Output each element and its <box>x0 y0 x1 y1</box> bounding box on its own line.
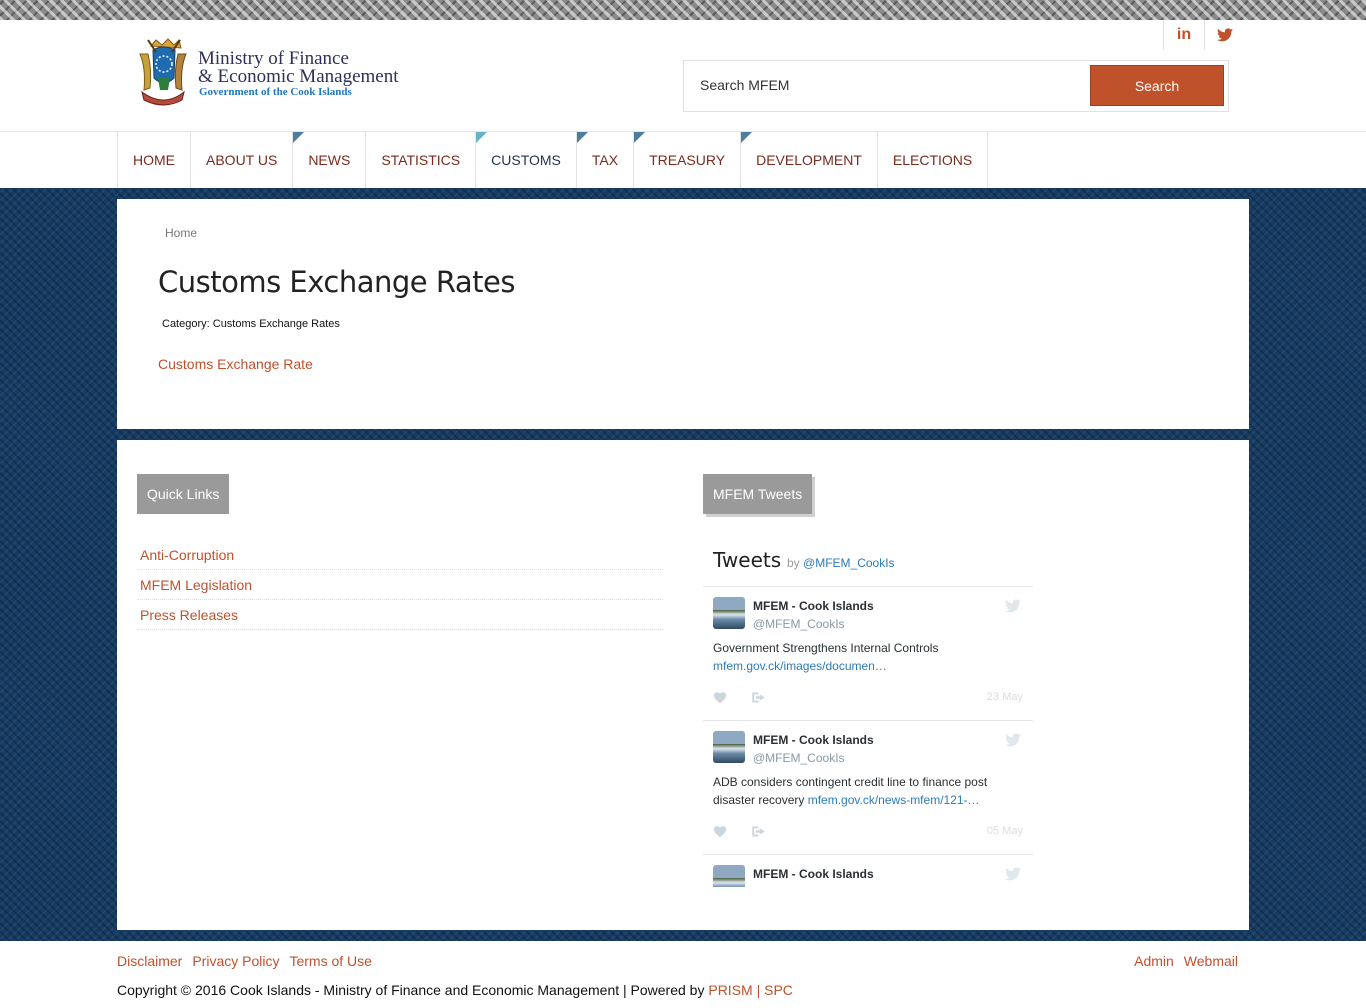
quick-links-list: Anti-Corruption MFEM Legislation Press Rel… <box>137 540 663 630</box>
quick-link-item[interactable]: Anti-Corruption <box>137 540 663 570</box>
nav-item-label: ELECTIONS <box>892 152 973 168</box>
quick-link-item[interactable]: MFEM Legislation <box>137 570 663 600</box>
page-title: Customs Exchange Rates <box>158 265 515 299</box>
powered-by-link[interactable]: PRISM | SPC <box>708 982 793 998</box>
nav-item-customs[interactable]: CUSTOMS <box>476 132 577 188</box>
nav-item-elections[interactable]: ELECTIONS <box>878 132 989 188</box>
category-label: Category: Customs Exchange Rates <box>162 318 340 330</box>
tweet-author-name[interactable]: MFEM - Cook Islands <box>753 599 874 613</box>
social-links: in <box>1163 20 1245 50</box>
nav-corner-marker <box>476 132 488 143</box>
nav-item-label: NEWS <box>308 152 351 168</box>
tweet-text: ADB considers contingent credit line to … <box>713 773 1013 809</box>
search-button[interactable]: Search <box>1090 65 1224 106</box>
twitter-icon[interactable] <box>1204 20 1245 50</box>
tweet-author-handle[interactable]: @MFEM_CookIs <box>753 617 845 631</box>
tweet-avatar[interactable] <box>713 865 745 887</box>
decorative-top-band <box>0 0 1366 21</box>
search-input[interactable] <box>685 62 1090 108</box>
nav-item-about-us[interactable]: ABOUT US <box>191 132 294 188</box>
coat-of-arms-icon <box>139 38 187 106</box>
twitter-by-label: by <box>787 556 800 570</box>
footer-link-webmail[interactable]: Webmail <box>1184 953 1238 969</box>
tweet-author-handle[interactable]: @MFEM_CookIs <box>753 885 845 887</box>
site-logo[interactable]: Ministry of Finance & Economic Managemen… <box>134 38 434 110</box>
tweet-list[interactable]: MFEM - Cook Islands @MFEM_CookIs Governmen… <box>703 587 1033 887</box>
nav-item-statistics[interactable]: STATISTICS <box>366 132 477 188</box>
twitter-timeline-widget: Tweets by @MFEM_CookIs MFEM - Cook Islan… <box>703 541 1033 887</box>
tweet-author-handle[interactable]: @MFEM_CookIs <box>753 751 845 765</box>
modules-panel: Quick Links Anti-Corruption MFEM Legislat… <box>117 440 1249 930</box>
tweet-date[interactable]: 23 May <box>987 691 1023 703</box>
footer-link-admin[interactable]: Admin <box>1134 953 1174 969</box>
logo-title-line2: & Economic Management <box>198 66 399 87</box>
share-icon[interactable] <box>751 691 766 704</box>
tweet-author-name[interactable]: MFEM - Cook Islands <box>753 733 874 747</box>
twitter-bird-icon <box>1217 28 1233 42</box>
nav-item-label: HOME <box>133 152 175 168</box>
mfem-tweets-title: MFEM Tweets <box>703 474 813 514</box>
copyright-text: Copyright © 2016 Cook Islands - Ministry… <box>117 982 709 998</box>
tweet-text: Government Strengthens Internal Controls… <box>713 639 1013 675</box>
share-icon[interactable] <box>751 825 766 838</box>
like-heart-icon[interactable] <box>713 691 727 704</box>
footer-link-disclaimer[interactable]: Disclaimer <box>117 953 182 969</box>
nav-item-news[interactable]: NEWS <box>293 132 367 188</box>
tweet-date[interactable]: 05 May <box>987 825 1023 837</box>
nav-corner-marker <box>293 132 305 143</box>
tweet-author-name[interactable]: MFEM - Cook Islands <box>753 867 874 881</box>
linkedin-icon[interactable]: in <box>1163 20 1204 50</box>
twitter-bird-icon[interactable] <box>1005 867 1021 881</box>
twitter-by-handle-link[interactable]: @MFEM_CookIs <box>803 556 895 570</box>
nav-corner-marker <box>576 132 588 143</box>
nav-corner-marker <box>741 132 753 143</box>
nav-item-development[interactable]: DEVELOPMENT <box>741 132 878 188</box>
breadcrumb-home[interactable]: Home <box>165 226 197 240</box>
nav-item-tax[interactable]: TAX <box>576 132 635 188</box>
nav-item-label: TREASURY <box>649 152 726 168</box>
twitter-timeline-header: Tweets by @MFEM_CookIs <box>703 541 1033 587</box>
tweet-link[interactable]: mfem.gov.ck/news-mfem/121-… <box>808 793 980 807</box>
nav-item-label: STATISTICS <box>381 152 461 168</box>
nav-item-label: ABOUT US <box>206 152 278 168</box>
nav-item-home[interactable]: HOME <box>118 132 191 188</box>
tweet-avatar[interactable] <box>713 597 745 629</box>
twitter-timeline-title: Tweets <box>713 548 782 572</box>
tweet-link[interactable]: mfem.gov.ck/images/documen… <box>713 659 887 673</box>
logo-subtitle: Government of the Cook Islands <box>199 86 352 98</box>
footer-links: Disclaimer Privacy Policy Terms of Use <box>117 953 382 969</box>
nav-item-label: DEVELOPMENT <box>756 152 862 168</box>
main-content-panel: Home Customs Exchange Rates Category: Cu… <box>117 199 1249 429</box>
footer-link-terms-of-use[interactable]: Terms of Use <box>289 953 371 969</box>
twitter-timeline-by: by @MFEM_CookIs <box>787 556 895 570</box>
nav-item-treasury[interactable]: TREASURY <box>634 132 742 188</box>
tweet-item[interactable]: MFEM - Cook Islands @MFEM_CookIs Governmen… <box>703 587 1033 721</box>
nav-corner-marker <box>634 132 646 143</box>
linkedin-label: in <box>1176 26 1192 43</box>
footer-link-privacy-policy[interactable]: Privacy Policy <box>192 953 279 969</box>
nav-item-label: TAX <box>591 152 619 168</box>
tweet-text-body: Government Strengthens Internal Controls <box>713 641 939 655</box>
site-header: Ministry of Finance & Economic Managemen… <box>0 20 1366 132</box>
quick-links-title: Quick Links <box>137 474 230 514</box>
tweet-item[interactable]: MFEM - Cook Islands @MFEM_CookIs ADB consi… <box>703 721 1033 855</box>
like-heart-icon[interactable] <box>713 825 727 838</box>
tweet-item[interactable]: MFEM - Cook Islands @MFEM_CookIs <box>703 855 1033 887</box>
twitter-bird-icon[interactable] <box>1005 733 1021 747</box>
copyright: Copyright © 2016 Cook Islands - Ministry… <box>117 982 793 998</box>
footer-right-links: Admin Webmail <box>1124 953 1238 969</box>
nav-item-label: CUSTOMS <box>491 152 561 168</box>
twitter-bird-icon[interactable] <box>1005 599 1021 613</box>
quick-link-item[interactable]: Press Releases <box>137 600 663 630</box>
tweet-avatar[interactable] <box>713 731 745 763</box>
search-form: Search <box>683 60 1229 112</box>
customs-exchange-rate-link[interactable]: Customs Exchange Rate <box>158 356 313 372</box>
main-navigation: HOME ABOUT US NEWS STATISTICS CUSTOMS TAX TREA… <box>117 132 989 188</box>
